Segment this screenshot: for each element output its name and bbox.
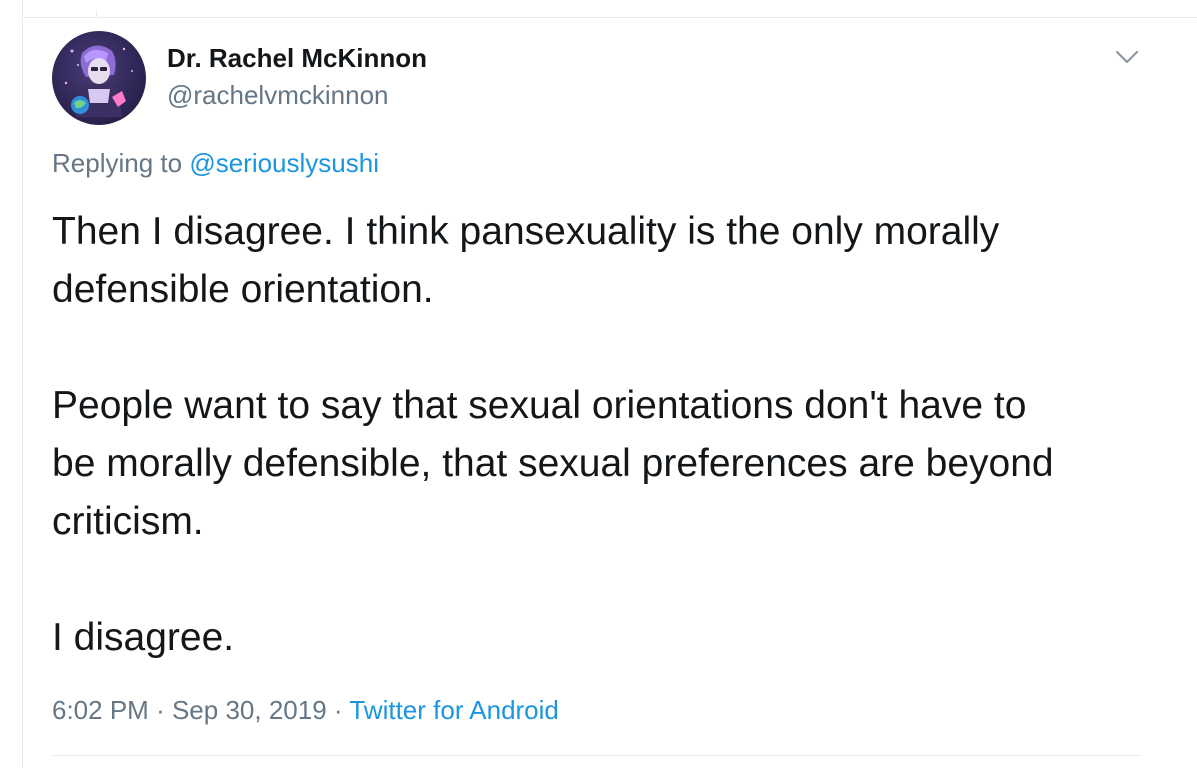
frame-top-tick [96, 10, 103, 17]
tweet-paragraph: Then I disagree. I think pansexuality is… [52, 210, 1000, 311]
frame-top-border [22, 17, 1197, 18]
reply-context: Replying to @seriouslysushi [52, 147, 379, 179]
tweet-menu-button[interactable] [1110, 42, 1144, 72]
profile-avatar-icon [64, 45, 133, 117]
tweet-meta: 6:02 PM · Sep 30, 2019 · Twitter for And… [52, 694, 559, 726]
meta-separator: · [333, 695, 343, 725]
tweet-source-link[interactable]: Twitter for Android [349, 695, 559, 725]
tweet-paragraph: People want to say that sexual orientati… [52, 384, 1054, 543]
author-handle[interactable]: @rachelvmckinnon [167, 79, 388, 111]
meta-separator: · [156, 695, 165, 725]
frame-left-border [22, 0, 23, 768]
tweet-date[interactable]: Sep 30, 2019 [172, 695, 327, 725]
reply-prefix: Replying to [52, 148, 183, 178]
tweet-time[interactable]: 6:02 PM [52, 695, 149, 725]
avatar[interactable] [52, 31, 146, 125]
reply-mention-link[interactable]: @seriouslysushi [189, 148, 379, 178]
tweet-bottom-divider [52, 755, 1142, 756]
chevron-down-icon [1115, 50, 1139, 64]
author-display-name[interactable]: Dr. Rachel McKinnon [167, 42, 427, 74]
tweet-paragraph: I disagree. [52, 616, 235, 659]
tweet-body: Then I disagree. I think pansexuality is… [52, 203, 1152, 667]
